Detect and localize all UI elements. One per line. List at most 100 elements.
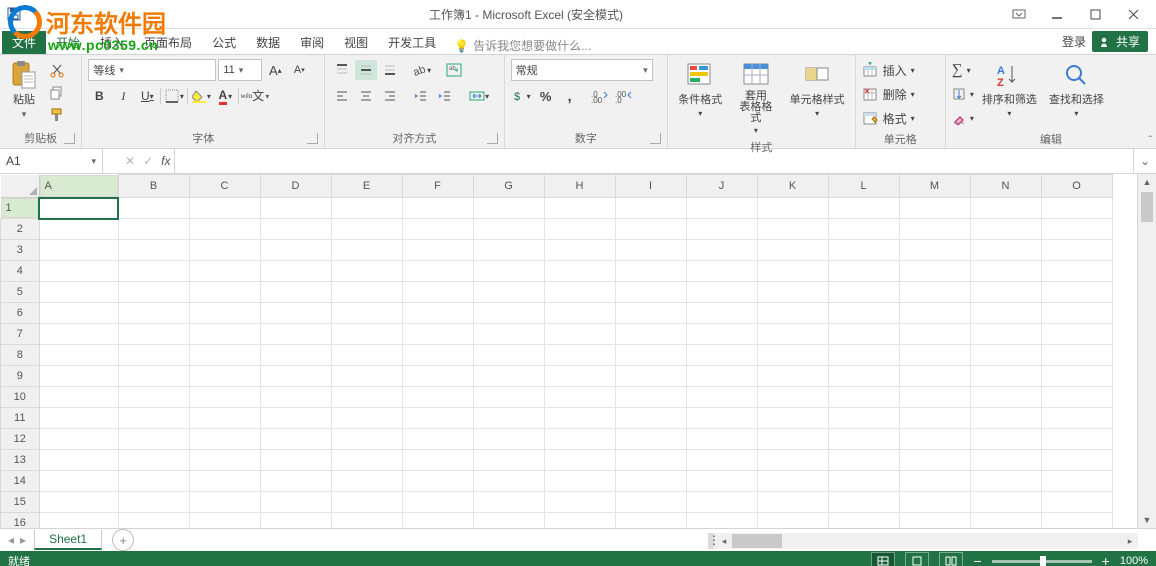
expand-formula-bar-icon[interactable]: ⌄ xyxy=(1133,149,1156,173)
font-color-button[interactable]: A▾ xyxy=(214,86,236,106)
cell[interactable] xyxy=(828,471,899,492)
cell[interactable] xyxy=(189,450,260,471)
cell[interactable] xyxy=(189,513,260,529)
cell[interactable] xyxy=(899,345,970,366)
cell[interactable] xyxy=(615,198,686,219)
cell[interactable] xyxy=(402,240,473,261)
cell[interactable] xyxy=(39,471,118,492)
cell[interactable] xyxy=(473,429,544,450)
cell[interactable] xyxy=(1041,492,1112,513)
cell[interactable] xyxy=(402,492,473,513)
row-header[interactable]: 5 xyxy=(1,282,40,303)
underline-button[interactable]: U ▾ xyxy=(136,86,158,106)
cell[interactable] xyxy=(118,513,189,529)
cell[interactable] xyxy=(473,324,544,345)
cell[interactable] xyxy=(970,387,1041,408)
increase-decimal-icon[interactable]: .0.00 xyxy=(589,86,611,106)
cell[interactable] xyxy=(686,240,757,261)
zoom-slider[interactable] xyxy=(992,560,1092,563)
row-header[interactable]: 16 xyxy=(1,513,40,529)
clear-button[interactable]: ▾ xyxy=(952,107,974,129)
column-header[interactable]: M xyxy=(899,175,970,198)
cell[interactable] xyxy=(1041,282,1112,303)
cell[interactable] xyxy=(473,387,544,408)
cell[interactable] xyxy=(118,408,189,429)
cell[interactable] xyxy=(260,450,331,471)
cell[interactable] xyxy=(970,513,1041,529)
cell[interactable] xyxy=(686,366,757,387)
column-header[interactable]: G xyxy=(473,175,544,198)
column-header[interactable]: I xyxy=(615,175,686,198)
cell[interactable] xyxy=(899,324,970,345)
cell[interactable] xyxy=(757,240,828,261)
cell[interactable] xyxy=(118,492,189,513)
cell[interactable] xyxy=(615,429,686,450)
cell[interactable] xyxy=(828,219,899,240)
cell[interactable] xyxy=(331,282,402,303)
row-header[interactable]: 6 xyxy=(1,303,40,324)
number-format-selector[interactable]: 常规▾ xyxy=(511,59,653,81)
decrease-font-icon[interactable]: A▾ xyxy=(288,60,310,80)
cell[interactable] xyxy=(970,345,1041,366)
row-header[interactable]: 10 xyxy=(1,387,40,408)
cell[interactable] xyxy=(757,261,828,282)
row-header[interactable]: 15 xyxy=(1,492,40,513)
cell[interactable] xyxy=(757,366,828,387)
scroll-split-icon[interactable]: ⋮ xyxy=(708,533,714,549)
cell[interactable] xyxy=(39,219,118,240)
row-header[interactable]: 13 xyxy=(1,450,40,471)
cell[interactable] xyxy=(39,324,118,345)
cell[interactable] xyxy=(899,198,970,219)
dialog-launcher-icon[interactable] xyxy=(307,133,318,144)
cell[interactable] xyxy=(118,345,189,366)
column-header[interactable]: B xyxy=(118,175,189,198)
cell[interactable] xyxy=(828,513,899,529)
cell[interactable] xyxy=(757,429,828,450)
cell[interactable] xyxy=(118,387,189,408)
tell-me-box[interactable]: 💡告诉我您想要做什么... xyxy=(454,37,591,54)
cell[interactable] xyxy=(970,303,1041,324)
cancel-formula-icon[interactable]: ✕ xyxy=(125,154,135,168)
cell[interactable] xyxy=(39,366,118,387)
cell[interactable] xyxy=(473,198,544,219)
paste-button[interactable]: 粘贴 ▾ xyxy=(6,59,42,122)
cell[interactable] xyxy=(899,219,970,240)
cell[interactable] xyxy=(970,450,1041,471)
scroll-left-icon[interactable]: ◂ xyxy=(716,536,732,547)
cell[interactable] xyxy=(686,219,757,240)
cell[interactable] xyxy=(1041,471,1112,492)
row-header[interactable]: 12 xyxy=(1,429,40,450)
cell[interactable] xyxy=(899,261,970,282)
cell[interactable] xyxy=(757,303,828,324)
row-header[interactable]: 4 xyxy=(1,261,40,282)
decrease-indent-icon[interactable] xyxy=(409,86,431,106)
chevron-down-icon[interactable]: ▾ xyxy=(265,92,269,101)
cell[interactable] xyxy=(1041,303,1112,324)
cell[interactable] xyxy=(757,324,828,345)
cell[interactable] xyxy=(118,429,189,450)
italic-button[interactable]: I xyxy=(112,86,134,106)
share-button[interactable]: 共享 xyxy=(1092,31,1148,52)
cell[interactable] xyxy=(686,429,757,450)
cell[interactable] xyxy=(828,303,899,324)
row-header[interactable]: 11 xyxy=(1,408,40,429)
cell[interactable] xyxy=(757,387,828,408)
cell[interactable] xyxy=(615,282,686,303)
cell[interactable] xyxy=(473,366,544,387)
tab-视图[interactable]: 视图 xyxy=(334,31,378,54)
cell[interactable] xyxy=(118,282,189,303)
fx-icon[interactable]: fx xyxy=(161,154,170,168)
cell[interactable] xyxy=(260,345,331,366)
cell[interactable] xyxy=(686,324,757,345)
cell[interactable] xyxy=(1041,240,1112,261)
column-header[interactable]: F xyxy=(402,175,473,198)
sheet-tab[interactable]: Sheet1 xyxy=(34,530,102,550)
align-bottom-icon[interactable] xyxy=(379,60,401,80)
cell[interactable] xyxy=(118,240,189,261)
cell[interactable] xyxy=(473,408,544,429)
cell[interactable] xyxy=(118,324,189,345)
cell[interactable] xyxy=(260,429,331,450)
zoom-out-button[interactable]: − xyxy=(973,553,981,566)
cell[interactable] xyxy=(189,429,260,450)
cell[interactable] xyxy=(402,366,473,387)
